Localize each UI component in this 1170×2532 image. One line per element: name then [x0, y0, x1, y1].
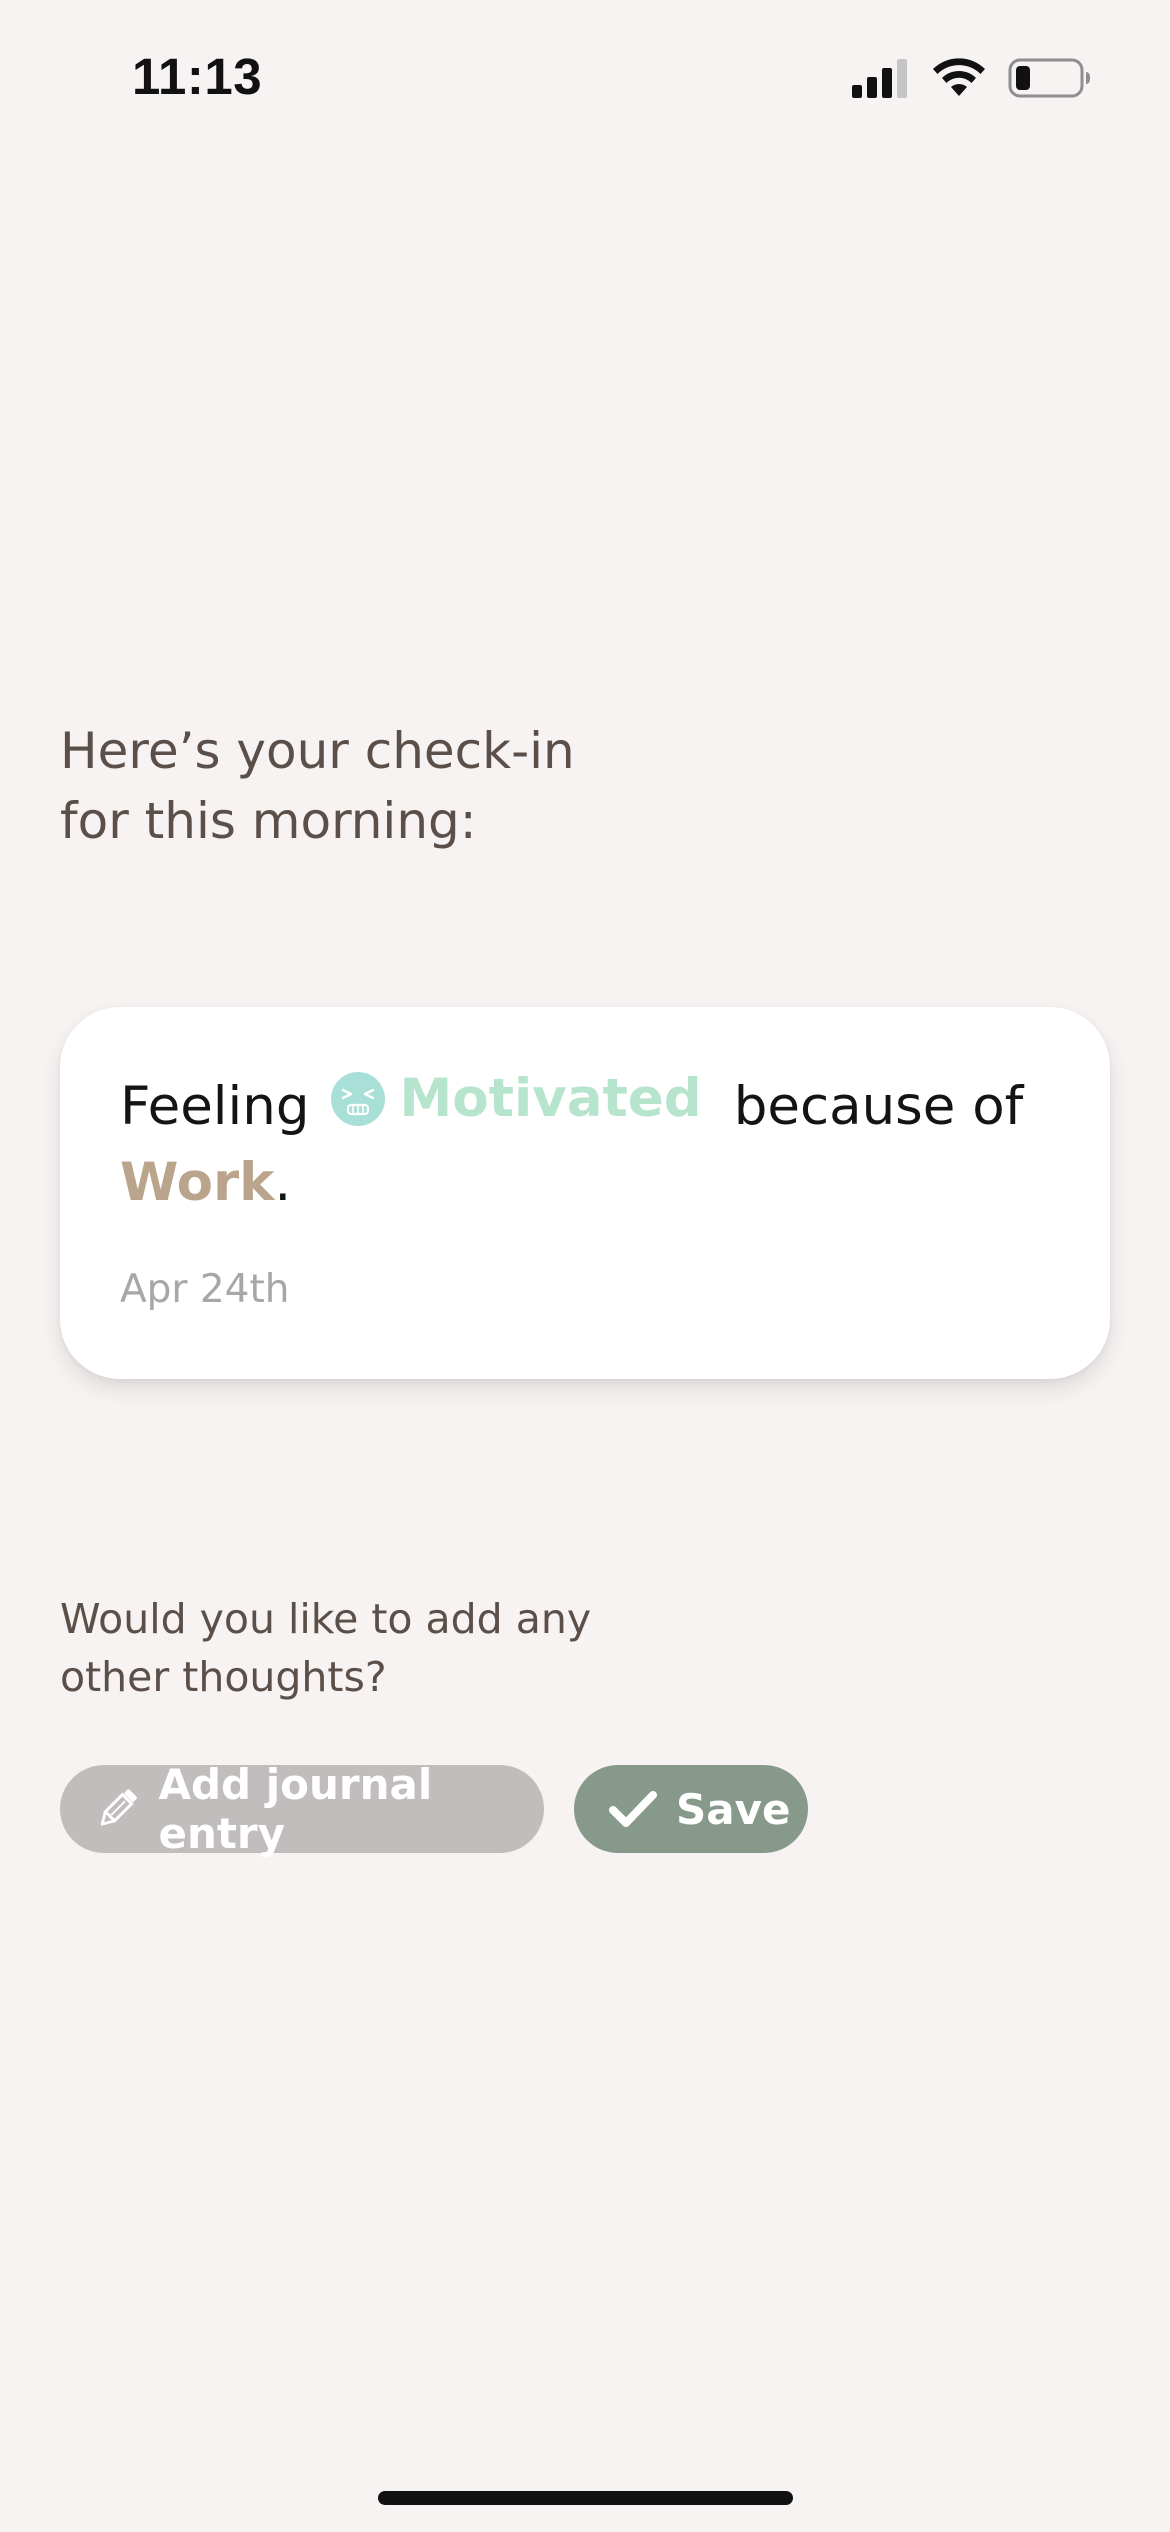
feeling-prefix: Feeling	[120, 1076, 310, 1137]
cellular-signal-icon	[852, 59, 907, 98]
checkin-heading-line1: Here’s your check-in	[60, 722, 575, 780]
add-journal-entry-label: Add journal entry	[158, 1760, 433, 1858]
home-indicator[interactable]	[378, 2491, 793, 2505]
cause-suffix: .	[274, 1152, 292, 1213]
status-time: 11:13	[132, 48, 263, 105]
checkin-heading: Here’s your check-in for this morning:	[60, 716, 700, 856]
feeling-row: Feeling Motivated because of	[120, 1068, 1080, 1145]
checkin-heading-line2: for this morning:	[60, 792, 477, 850]
action-row: Add journal entry Save	[60, 1760, 808, 1858]
checkin-card[interactable]: Feeling Motivated because of Work. Apr 2…	[60, 1007, 1110, 1379]
grimacing-face-icon	[330, 1072, 385, 1126]
save-label: Save	[676, 1784, 791, 1834]
thoughts-prompt-line2: other thoughts?	[60, 1653, 387, 1701]
battery-icon	[1008, 58, 1090, 98]
because-text: because of	[733, 1076, 1024, 1137]
feeling-sentence: Feeling Motivated because of Work.	[120, 1068, 1080, 1221]
checkin-date: Apr 24th	[120, 1267, 290, 1312]
status-icons	[852, 56, 1092, 100]
wifi-icon	[933, 58, 985, 96]
emotion-chip: Motivated	[330, 1061, 702, 1137]
checkmark-icon	[609, 1791, 657, 1827]
cause-label: Work	[120, 1152, 275, 1213]
save-button[interactable]: Save	[574, 1765, 808, 1853]
emotion-label: Motivated	[399, 1068, 702, 1129]
status-bar: 11:13	[0, 0, 1170, 150]
thoughts-prompt-line1: Would you like to add any	[60, 1595, 592, 1643]
cause-row: Work.	[120, 1145, 1080, 1221]
thoughts-prompt: Would you like to add any other thoughts…	[60, 1590, 700, 1706]
pencil-icon	[100, 1789, 137, 1826]
add-journal-entry-button[interactable]: Add journal entry	[60, 1760, 544, 1858]
